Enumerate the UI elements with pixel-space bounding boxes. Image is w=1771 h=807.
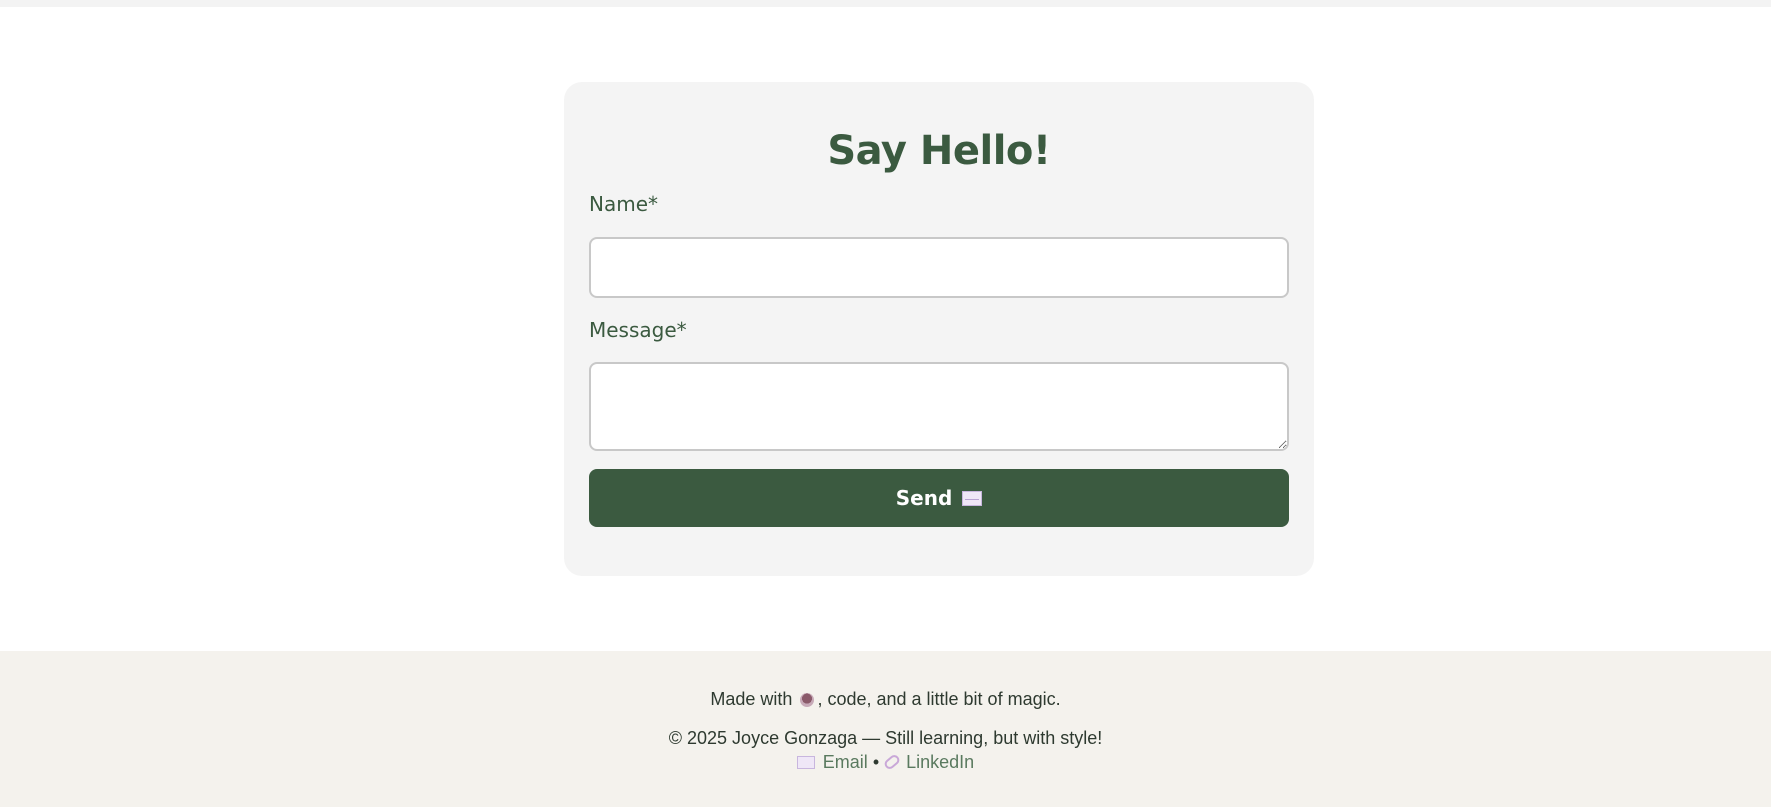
footer-tagline: Made with , code, and a little bit of ma… [0,689,1771,710]
name-input[interactable] [589,237,1289,298]
coffee-icon [800,693,815,707]
contact-form-card: Say Hello! Name* Message* Send [564,82,1314,576]
envelope-icon [962,490,983,506]
linkedin-link[interactable]: LinkedIn [882,752,975,772]
linkedin-link-label: LinkedIn [906,752,975,772]
email-link-label: Email [822,752,868,772]
form-title: Say Hello! [827,128,1051,174]
name-label: Name* [589,192,659,216]
link-separator: • [872,752,880,772]
send-button[interactable]: Send [589,469,1289,527]
link-icon [882,753,902,771]
footer: Made with , code, and a little bit of ma… [0,651,1771,807]
send-button-label: Send [895,486,953,510]
email-link[interactable]: Email [796,752,868,772]
top-strip [0,0,1771,7]
tagline-prefix: Made with [710,689,793,709]
footer-links: Email • LinkedIn [0,752,1771,773]
message-label: Message* [589,318,687,342]
footer-copyright: © 2025 Joyce Gonzaga — Still learning, b… [668,728,1103,748]
envelope-icon [796,756,815,769]
message-textarea[interactable] [589,362,1289,451]
tagline-suffix: , code, and a little bit of magic. [817,689,1061,709]
